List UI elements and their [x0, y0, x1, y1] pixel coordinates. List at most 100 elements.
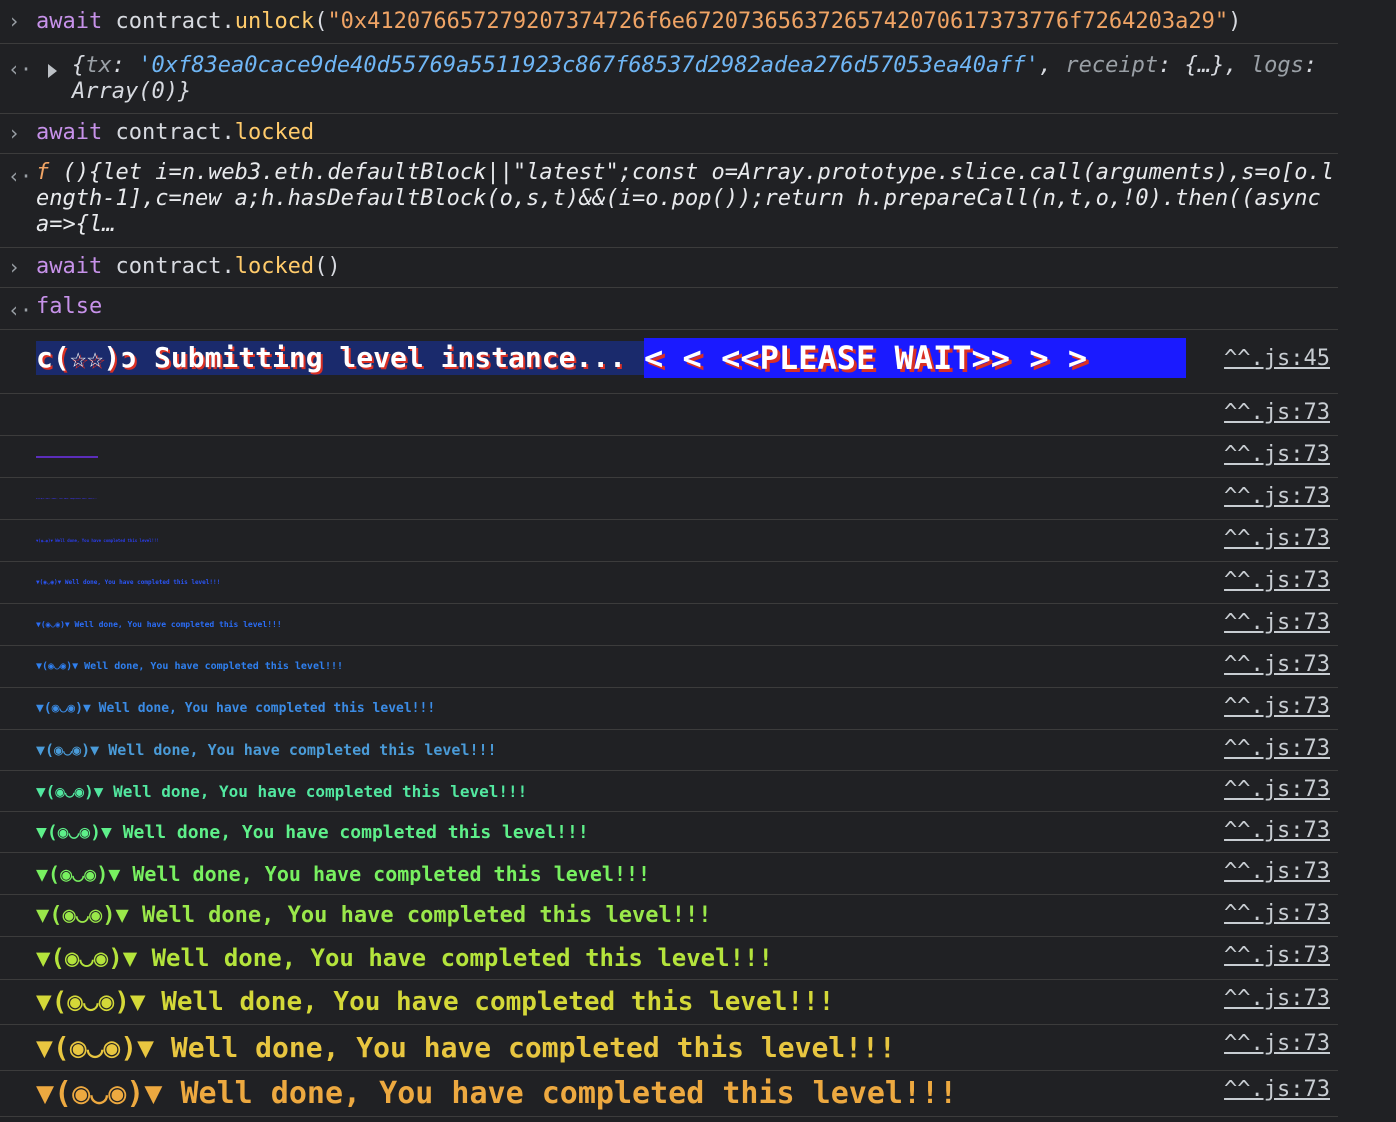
command-text: await contract.unlock("0x412076657279207… [0, 0, 1338, 43]
value-receipt: {…} [1184, 53, 1225, 78]
log-message: ▼(◉◡◉)▼ Well done, You have completed th… [36, 821, 589, 843]
string-arg: "0x412076657279207374726f6e6720736563726… [327, 9, 1229, 34]
source-link[interactable]: ^^.js:73 [1224, 818, 1330, 843]
source-link[interactable]: ^^.js:73 [1224, 943, 1330, 968]
colon: : [1303, 53, 1318, 78]
log-row: ▼(◉◡◉)▼ Well done, You have completed th… [0, 436, 1338, 478]
console-input-locked-call[interactable]: › await contract.locked() [0, 248, 1338, 288]
comma: , [1224, 53, 1251, 78]
source-link[interactable]: ^^.js:45 [1224, 346, 1330, 371]
brace: } [177, 79, 192, 104]
key-tx: tx [85, 53, 112, 78]
source-link[interactable]: ^^.js:73 [1224, 652, 1330, 677]
source-link[interactable]: ^^.js:73 [1224, 777, 1330, 802]
return-arrow-icon: ‹· [8, 164, 33, 188]
boolean-result: false [36, 294, 103, 319]
source-link[interactable]: ^^.js:73 [1224, 1077, 1330, 1102]
log-row: ▼(◉◡◉)▼ Well done, You have completed th… [0, 562, 1338, 604]
log-message: ▼(◉◡◉)▼ Well done, You have completed th… [36, 1031, 896, 1064]
source-link[interactable]: ^^.js:73 [1224, 859, 1330, 884]
log-row: ▼(◉◡◉)▼ Well done, You have completed th… [0, 771, 1338, 812]
await-keyword: await [36, 9, 103, 34]
log-message: ▼(◉◡◉)▼ Well done, You have completed th… [36, 987, 835, 1017]
log-message: ▼(◉◡◉)▼ Well done, You have completed th… [36, 497, 98, 500]
log-message: ▼(◉◡◉)▼ Well done, You have completed th… [36, 455, 98, 458]
paren-open: ( [314, 9, 328, 34]
function-body: (){let i=n.web3.eth.defaultBlock||"lates… [36, 160, 1335, 237]
log-message: ▼(◉◡◉)▼ Well done, You have completed th… [36, 861, 651, 886]
log-message: ▼(◉◡◉)▼ Well done, You have completed th… [36, 1076, 958, 1111]
source-link[interactable]: ^^.js:73 [1224, 484, 1330, 509]
console-result-false: ‹· false [0, 288, 1338, 330]
key-receipt: receipt [1065, 53, 1159, 78]
object-name: contract [115, 120, 222, 145]
value-tx: '0xf83ea0cace9de40d55769a5511923c867f685… [138, 53, 1039, 78]
log-message: ▼(◉◡◉)▼ Well done, You have completed th… [36, 538, 159, 543]
console-input-unlock[interactable]: › await contract.unlock("0x4120766572792… [0, 0, 1338, 44]
log-row: ▼(◉◡◉)▼ Well done, You have completed th… [0, 604, 1338, 646]
source-link[interactable]: ^^.js:73 [1224, 736, 1330, 761]
command-text: await contract.locked() [0, 248, 1338, 288]
colon: : [111, 53, 139, 78]
log-row-banner: c(☆☆)ɔ Submitting level instance... < < … [0, 338, 1338, 394]
log-row: ▼(◉◡◉)▼ Well done, You have completed th… [0, 730, 1338, 771]
chevron-right-icon: › [8, 255, 21, 279]
command-text: await contract.locked [0, 114, 1338, 154]
function-source[interactable]: f (){let i=n.web3.eth.defaultBlock||"lat… [0, 154, 1338, 246]
brace: { [72, 53, 86, 78]
method-name: locked [234, 254, 315, 279]
dot: . [221, 120, 235, 145]
paren-close: ) [1228, 9, 1242, 34]
log-row: ▼(◉◡◉)▼ Well done, You have completed th… [0, 478, 1338, 520]
comma: , [1038, 53, 1066, 78]
console-result-function: ‹· f (){let i=n.web3.eth.defaultBlock||"… [0, 154, 1338, 248]
log-row: ▼(◉◡◉)▼ Well done, You have completed th… [0, 1025, 1338, 1071]
log-row: ▼(◉◡◉)▼ Well done, You have completed th… [0, 937, 1338, 980]
log-message: ▼(◉◡◉)▼ Well done, You have completed th… [36, 661, 344, 672]
log-message: ▼(◉◡◉)▼ Well done, You have completed th… [36, 903, 712, 928]
banner-please-wait: < < <<PLEASE WAIT>> > > [644, 338, 1187, 378]
log-message: ▼(◉◡◉)▼ Well done, You have completed th… [36, 781, 528, 801]
log-list: ^^.js:73 ▼(◉◡◉)▼ Well done, You have comp… [0, 394, 1396, 1117]
devtools-console: › await contract.unlock("0x4120766572792… [0, 0, 1396, 1117]
source-link[interactable]: ^^.js:73 [1224, 986, 1330, 1011]
return-arrow-icon: ‹· [8, 298, 33, 322]
submitting-banner: c(☆☆)ɔ Submitting level instance... < < … [36, 338, 1338, 378]
source-link[interactable]: ^^.js:73 [1224, 1031, 1330, 1056]
result-object[interactable]: {tx: '0xf83ea0cace9de40d55769a5511923c86… [0, 44, 1338, 113]
log-row: ^^.js:73 [0, 394, 1338, 436]
dot: . [221, 254, 235, 279]
log-row: ▼(◉◡◉)▼ Well done, You have completed th… [0, 646, 1338, 688]
await-keyword: await [36, 254, 103, 279]
log-row: ▼(◉◡◉)▼ Well done, You have completed th… [0, 853, 1338, 895]
object-name: contract [115, 9, 222, 34]
source-link[interactable]: ^^.js:73 [1224, 901, 1330, 926]
log-row: ▼(◉◡◉)▼ Well done, You have completed th… [0, 980, 1338, 1025]
chevron-right-icon: › [8, 121, 21, 145]
source-link[interactable]: ^^.js:73 [1224, 442, 1330, 467]
log-row: ▼(◉◡◉)▼ Well done, You have completed th… [0, 895, 1338, 937]
colon: : [1158, 53, 1185, 78]
log-message: ▼(◉◡◉)▼ Well done, You have completed th… [36, 944, 773, 972]
log-message: ▼(◉◡◉)▼ Well done, You have completed th… [36, 701, 436, 716]
source-link[interactable]: ^^.js:73 [1224, 610, 1330, 635]
await-keyword: await [36, 120, 103, 145]
key-logs: logs [1250, 53, 1304, 78]
value-logs: Array(0) [72, 79, 178, 104]
console-input-locked[interactable]: › await contract.locked [0, 114, 1338, 154]
log-message: ▼(◉◡◉)▼ Well done, You have completed th… [36, 741, 497, 759]
property-name: locked [234, 120, 315, 145]
parens: () [314, 254, 341, 279]
log-message: ▼(◉◡◉)▼ Well done, You have completed th… [36, 620, 282, 629]
log-row: ▼(◉◡◉)▼ Well done, You have completed th… [0, 1071, 1338, 1117]
banner-submitting-text: c(☆☆)ɔ Submitting level instance... [36, 341, 645, 375]
log-message: ▼(◉◡◉)▼ Well done, You have completed th… [36, 579, 221, 586]
source-link[interactable]: ^^.js:73 [1224, 568, 1330, 593]
source-link[interactable]: ^^.js:73 [1224, 400, 1330, 425]
log-row: ▼(◉◡◉)▼ Well done, You have completed th… [0, 688, 1338, 730]
source-link[interactable]: ^^.js:73 [1224, 526, 1330, 551]
source-link[interactable]: ^^.js:73 [1224, 694, 1330, 719]
console-result-unlock: ‹· {tx: '0xf83ea0cace9de40d55769a5511923… [0, 44, 1338, 114]
log-row: ▼(◉◡◉)▼ Well done, You have completed th… [0, 812, 1338, 853]
function-f: f [36, 160, 50, 185]
